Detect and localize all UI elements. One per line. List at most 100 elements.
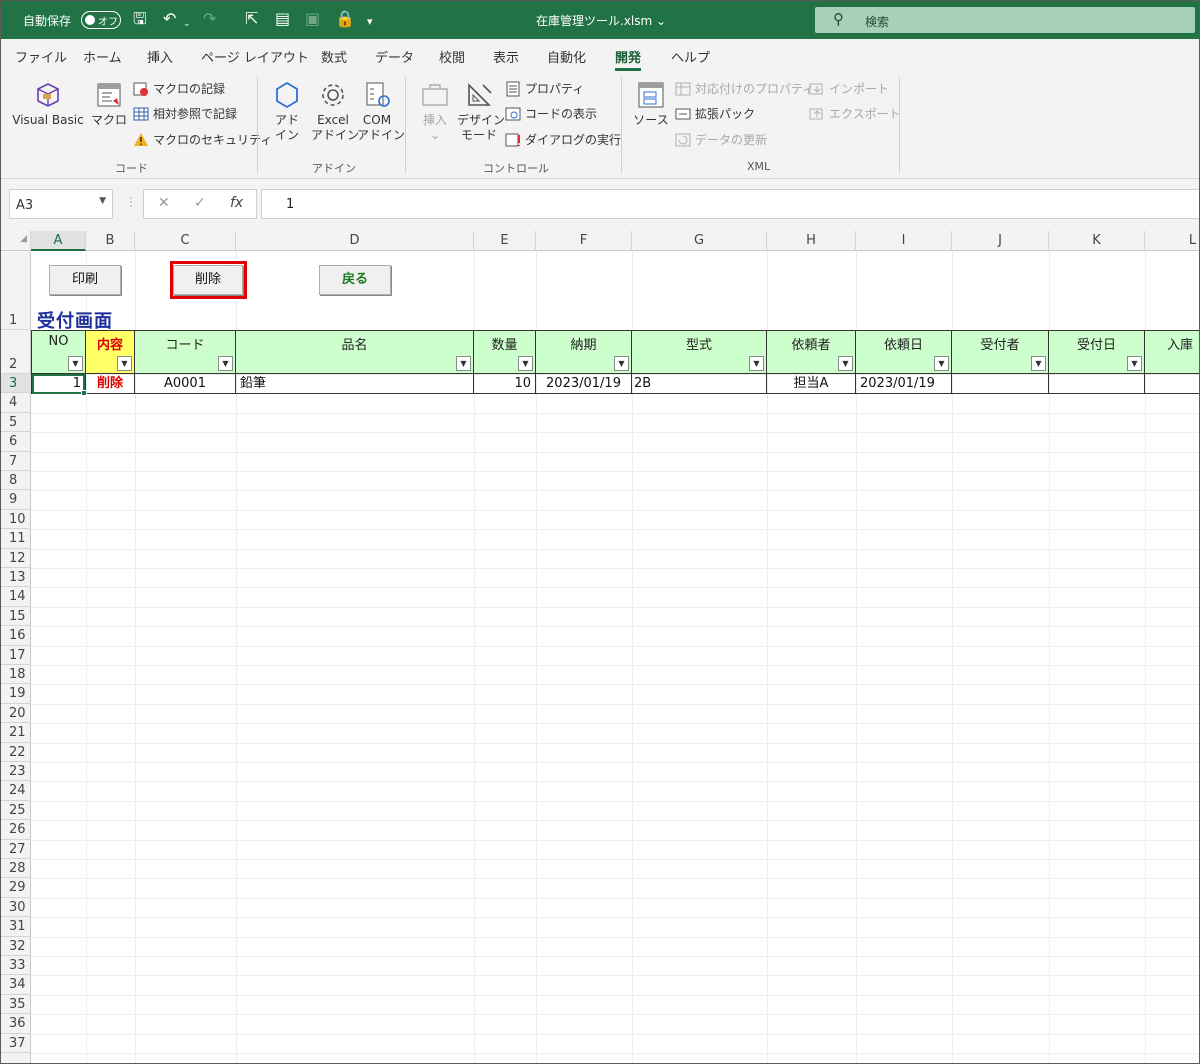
row-header[interactable]: 36 xyxy=(1,1014,31,1034)
filter-dropdown-icon[interactable]: ▼ xyxy=(614,356,629,371)
macro-security-button[interactable]: マクロのセキュリティ xyxy=(133,130,272,150)
row-header[interactable]: 30 xyxy=(1,898,31,918)
design-mode-button[interactable]: デザイン モード xyxy=(457,79,505,143)
row-header[interactable]: 5 xyxy=(1,413,31,433)
table-cell[interactable]: 鉛筆 xyxy=(236,374,474,394)
formula-input[interactable]: 1 xyxy=(261,189,1199,219)
tab-data[interactable]: データ xyxy=(375,47,414,66)
row-header[interactable]: 11 xyxy=(1,529,31,549)
file-name[interactable]: 在庫管理ツール.xlsm ⌄ xyxy=(536,12,666,29)
row-header[interactable]: 14 xyxy=(1,587,31,607)
filter-dropdown-icon[interactable]: ▼ xyxy=(1127,356,1142,371)
table-cell[interactable]: 2023/01/19 xyxy=(536,374,632,394)
column-header[interactable]: J xyxy=(952,231,1049,251)
table-cell[interactable]: 10 xyxy=(474,374,536,394)
row-header[interactable]: 8 xyxy=(1,471,31,491)
insert-function-icon[interactable]: fx xyxy=(230,195,243,211)
filter-dropdown-icon[interactable]: ▼ xyxy=(218,356,233,371)
row-header[interactable]: 23 xyxy=(1,762,31,782)
tab-insert[interactable]: 挿入 xyxy=(147,47,173,66)
select-pointer-icon[interactable]: ⇱ xyxy=(245,10,258,28)
row-header[interactable]: 31 xyxy=(1,917,31,937)
column-header[interactable]: K xyxy=(1049,231,1145,251)
select-all[interactable]: ◢ xyxy=(1,231,31,251)
tab-formulas[interactable]: 数式 xyxy=(321,47,347,66)
row-header[interactable]: 17 xyxy=(1,646,31,665)
row-header[interactable]: 15 xyxy=(1,607,31,627)
row-header[interactable]: 13 xyxy=(1,568,31,588)
row-header[interactable]: 6 xyxy=(1,432,31,452)
row-header[interactable]: 21 xyxy=(1,723,31,743)
row-header[interactable]: 10 xyxy=(1,510,31,530)
row-header[interactable]: 16 xyxy=(1,626,31,646)
row-header[interactable]: 20 xyxy=(1,704,31,724)
column-header[interactable]: L xyxy=(1145,231,1199,251)
addins-button[interactable]: アド イン xyxy=(267,79,307,143)
view-code-button[interactable]: コードの表示 xyxy=(505,104,597,124)
row-header[interactable]: 18 xyxy=(1,665,31,685)
tab-view[interactable]: 表示 xyxy=(493,47,519,66)
column-header[interactable]: A xyxy=(31,231,86,251)
file-icon[interactable]: ▤ xyxy=(275,10,290,28)
row-header[interactable]: 32 xyxy=(1,937,31,956)
fill-handle[interactable] xyxy=(81,390,87,396)
row-header[interactable]: 22 xyxy=(1,743,31,762)
column-header[interactable]: C xyxy=(135,231,236,251)
column-header[interactable]: B xyxy=(86,231,135,251)
table-cell[interactable]: 2B xyxy=(632,374,767,394)
active-cell-selection[interactable] xyxy=(32,374,87,396)
expansion-packs-button[interactable]: 拡張パック xyxy=(675,104,755,124)
record-macro-button[interactable]: マクロの記録 xyxy=(133,79,225,99)
row-header[interactable]: 3 xyxy=(1,374,31,394)
save-icon[interactable]: 🖫 xyxy=(133,10,147,28)
undo-icon[interactable]: ↶ xyxy=(163,10,176,28)
row-header[interactable]: 34 xyxy=(1,975,31,995)
run-dialog-button[interactable]: ダイアログの実行 xyxy=(505,130,621,150)
column-header[interactable]: E xyxy=(474,231,536,251)
properties-button[interactable]: プロパティ xyxy=(505,79,584,99)
column-header[interactable]: D xyxy=(236,231,474,251)
relative-references-button[interactable]: 相対参照で記録 xyxy=(133,104,237,124)
row-header[interactable]: 1 xyxy=(1,251,31,330)
back-button[interactable]: 戻る xyxy=(319,265,391,295)
table-cell[interactable]: 担当A xyxy=(767,374,856,394)
tab-home[interactable]: ホーム xyxy=(83,47,122,66)
row-header[interactable]: 7 xyxy=(1,452,31,471)
table-cell[interactable]: 2023/01/19 xyxy=(856,374,952,394)
search-box[interactable]: ⚲ 検索 xyxy=(815,7,1195,33)
table-cell[interactable] xyxy=(952,374,1049,394)
com-addins-button[interactable]: COM アドイン xyxy=(357,79,405,143)
customize-qat-icon[interactable]: ▾ xyxy=(367,13,373,31)
row-header[interactable]: 25 xyxy=(1,801,31,821)
column-header[interactable]: F xyxy=(536,231,632,251)
row-header[interactable]: 33 xyxy=(1,956,31,976)
row-header[interactable]: 26 xyxy=(1,820,31,840)
table-cell[interactable]: A0001 xyxy=(135,374,236,394)
tab-help[interactable]: ヘルプ xyxy=(671,47,710,66)
filter-dropdown-icon[interactable]: ▼ xyxy=(117,356,132,371)
tab-file[interactable]: ファイル xyxy=(15,47,67,66)
filter-dropdown-icon[interactable]: ▼ xyxy=(749,356,764,371)
excel-addins-button[interactable]: Excel アドイン xyxy=(311,79,359,143)
tab-developer[interactable]: 開発 xyxy=(615,47,642,71)
row-header[interactable]: 2 xyxy=(1,330,31,374)
row-header[interactable]: 27 xyxy=(1,840,31,859)
chevron-down-icon[interactable]: ▼ xyxy=(99,196,106,206)
xml-source-button[interactable]: ソース xyxy=(631,79,671,128)
filter-dropdown-icon[interactable]: ▼ xyxy=(1031,356,1046,371)
tab-automate[interactable]: 自動化 xyxy=(547,47,586,66)
print-button[interactable]: 印刷 xyxy=(49,265,121,295)
column-header[interactable]: H xyxy=(767,231,856,251)
row-header[interactable]: 35 xyxy=(1,995,31,1015)
row-header[interactable]: 29 xyxy=(1,878,31,898)
autosave-toggle[interactable]: オフ xyxy=(81,11,121,29)
cancel-icon[interactable]: ✕ xyxy=(158,195,170,211)
enter-icon[interactable]: ✓ xyxy=(194,195,206,211)
filter-dropdown-icon[interactable]: ▼ xyxy=(68,356,83,371)
table-cell[interactable] xyxy=(1049,374,1145,394)
filter-dropdown-icon[interactable]: ▼ xyxy=(456,356,471,371)
macros-button[interactable]: マクロ xyxy=(89,79,129,128)
row-header[interactable]: 24 xyxy=(1,781,31,801)
column-header[interactable]: G xyxy=(632,231,767,251)
filter-dropdown-icon[interactable]: ▼ xyxy=(934,356,949,371)
